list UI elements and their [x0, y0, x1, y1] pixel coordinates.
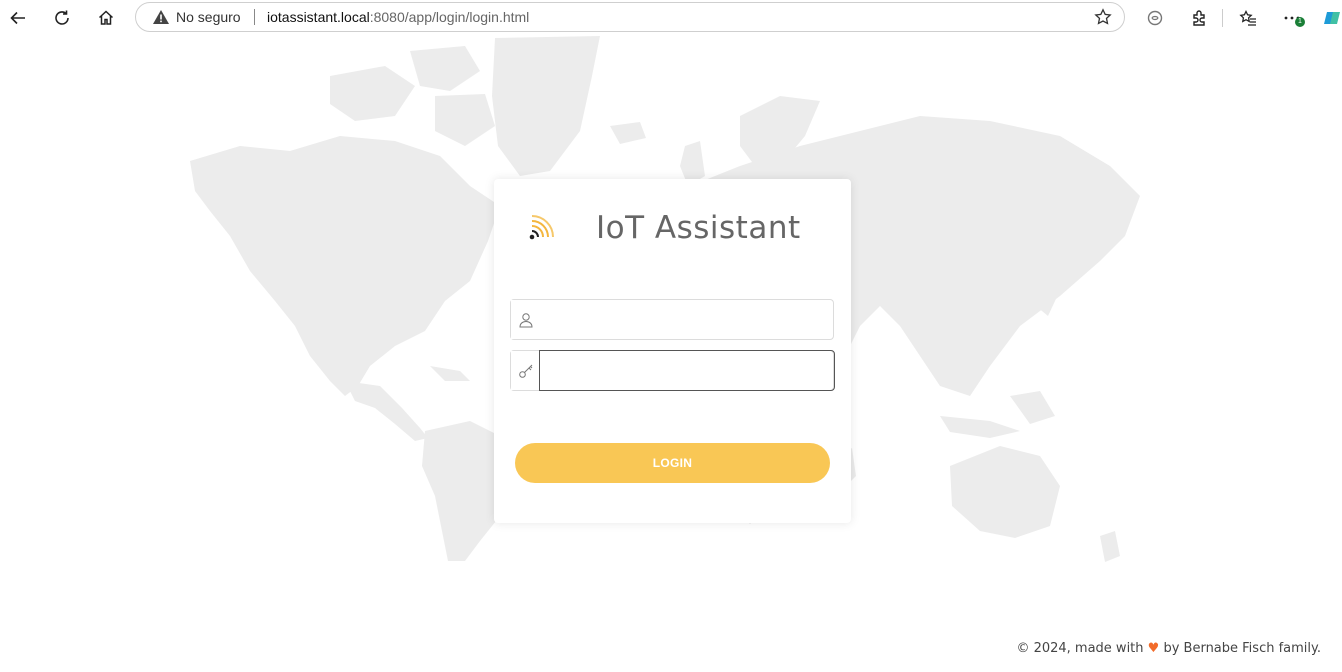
user-icon [511, 300, 541, 339]
username-input[interactable] [541, 300, 833, 339]
password-input[interactable] [541, 351, 833, 390]
address-bar[interactable]: No seguro iotassistant.local:8080/app/lo… [135, 2, 1125, 32]
login-button[interactable]: LOGIN [515, 443, 830, 483]
edge-copilot-button[interactable] [1318, 4, 1342, 32]
warning-icon [153, 10, 169, 24]
app-title: IoT Assistant [596, 210, 801, 246]
signal-logo-icon [529, 215, 554, 240]
footer-credit: © 2024, made with ♥ by Bernabe Fisch fam… [1016, 641, 1321, 656]
extensions-button[interactable] [1185, 4, 1213, 32]
favorites-icon [1239, 10, 1256, 26]
home-button[interactable] [92, 4, 120, 32]
browser-toolbar: No seguro iotassistant.local:8080/app/lo… [0, 0, 1342, 36]
login-card: IoT Assistant LOGIN [494, 179, 851, 523]
footer-suffix: by Bernabe Fisch family. [1163, 641, 1321, 656]
copilot-icon [1147, 10, 1163, 26]
reload-button[interactable] [48, 4, 76, 32]
url-path: :8080/app/login/login.html [369, 9, 530, 25]
username-field [510, 299, 834, 340]
heart-icon: ♥ [1147, 641, 1160, 656]
footer-prefix: © 2024, made with [1016, 641, 1144, 656]
edge-icon [1324, 12, 1340, 24]
reload-icon [55, 10, 69, 25]
favorites-button[interactable] [1234, 4, 1262, 32]
omnibox-divider [254, 9, 255, 25]
security-label[interactable]: No seguro [176, 9, 241, 25]
home-icon [98, 10, 114, 25]
toolbar-divider [1222, 9, 1223, 27]
login-page: IoT Assistant LOGIN © 2024, made with ♥ … [0, 36, 1342, 672]
back-arrow-icon [10, 11, 25, 25]
star-icon[interactable] [1094, 8, 1112, 26]
notification-badge: 1 [1295, 17, 1305, 27]
key-icon [511, 351, 541, 390]
extensions-icon [1193, 10, 1205, 26]
url-text[interactable]: iotassistant.local:8080/app/login/login.… [267, 9, 529, 25]
back-button[interactable] [4, 4, 32, 32]
url-host: iotassistant.local [267, 9, 370, 25]
copilot-button[interactable] [1141, 4, 1169, 32]
password-field [510, 350, 835, 391]
